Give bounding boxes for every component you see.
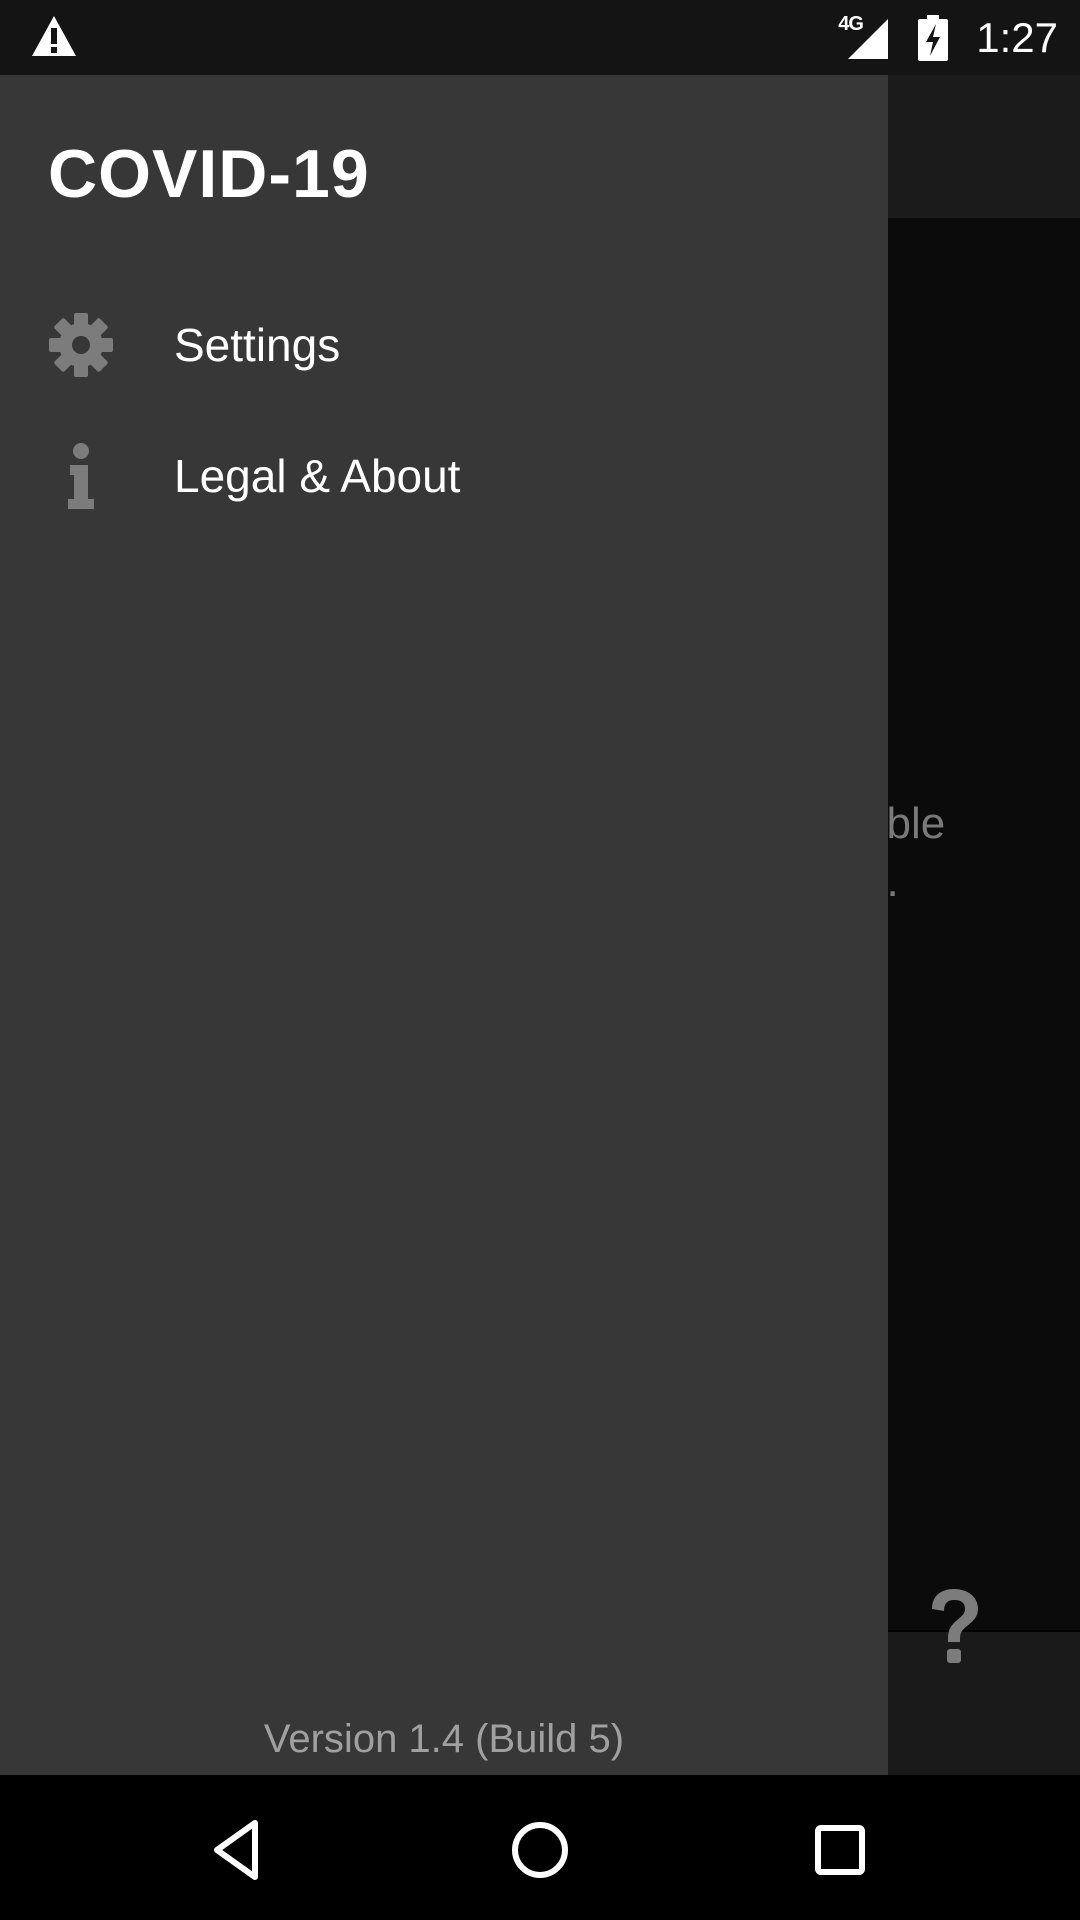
- battery-charging-icon: [918, 14, 949, 61]
- background-content-text: able u.: [862, 799, 946, 906]
- network-indicator: 4G: [838, 13, 896, 61]
- help-icon[interactable]: [926, 1587, 982, 1667]
- status-icons: 4G 1:27: [838, 0, 1058, 75]
- recents-icon[interactable]: [805, 1815, 875, 1885]
- version-label: Version 1.4 (Build 5): [263, 1717, 625, 1761]
- drawer-item-label: Settings: [174, 319, 341, 371]
- drawer-item-label: Legal & About: [174, 450, 461, 502]
- back-icon[interactable]: [205, 1815, 275, 1885]
- navigation-drawer: COVID-19 Settings Legal & About Version …: [0, 75, 888, 1775]
- info-icon: [68, 443, 94, 509]
- clock: 1:27: [976, 13, 1058, 61]
- system-navigation-bar: [0, 1775, 1080, 1920]
- signal-icon: [848, 18, 889, 59]
- drawer-title: COVID-19: [48, 136, 370, 212]
- warning-icon: [32, 16, 76, 56]
- drawer-item-legal-about[interactable]: Legal & About: [0, 412, 888, 540]
- drawer-item-settings[interactable]: Settings: [0, 281, 888, 409]
- home-icon[interactable]: [505, 1815, 575, 1885]
- screen: 4G 1:27 able u. COVID-19: [0, 0, 1080, 1920]
- gear-icon: [49, 313, 113, 377]
- status-bar: 4G 1:27: [0, 0, 1080, 75]
